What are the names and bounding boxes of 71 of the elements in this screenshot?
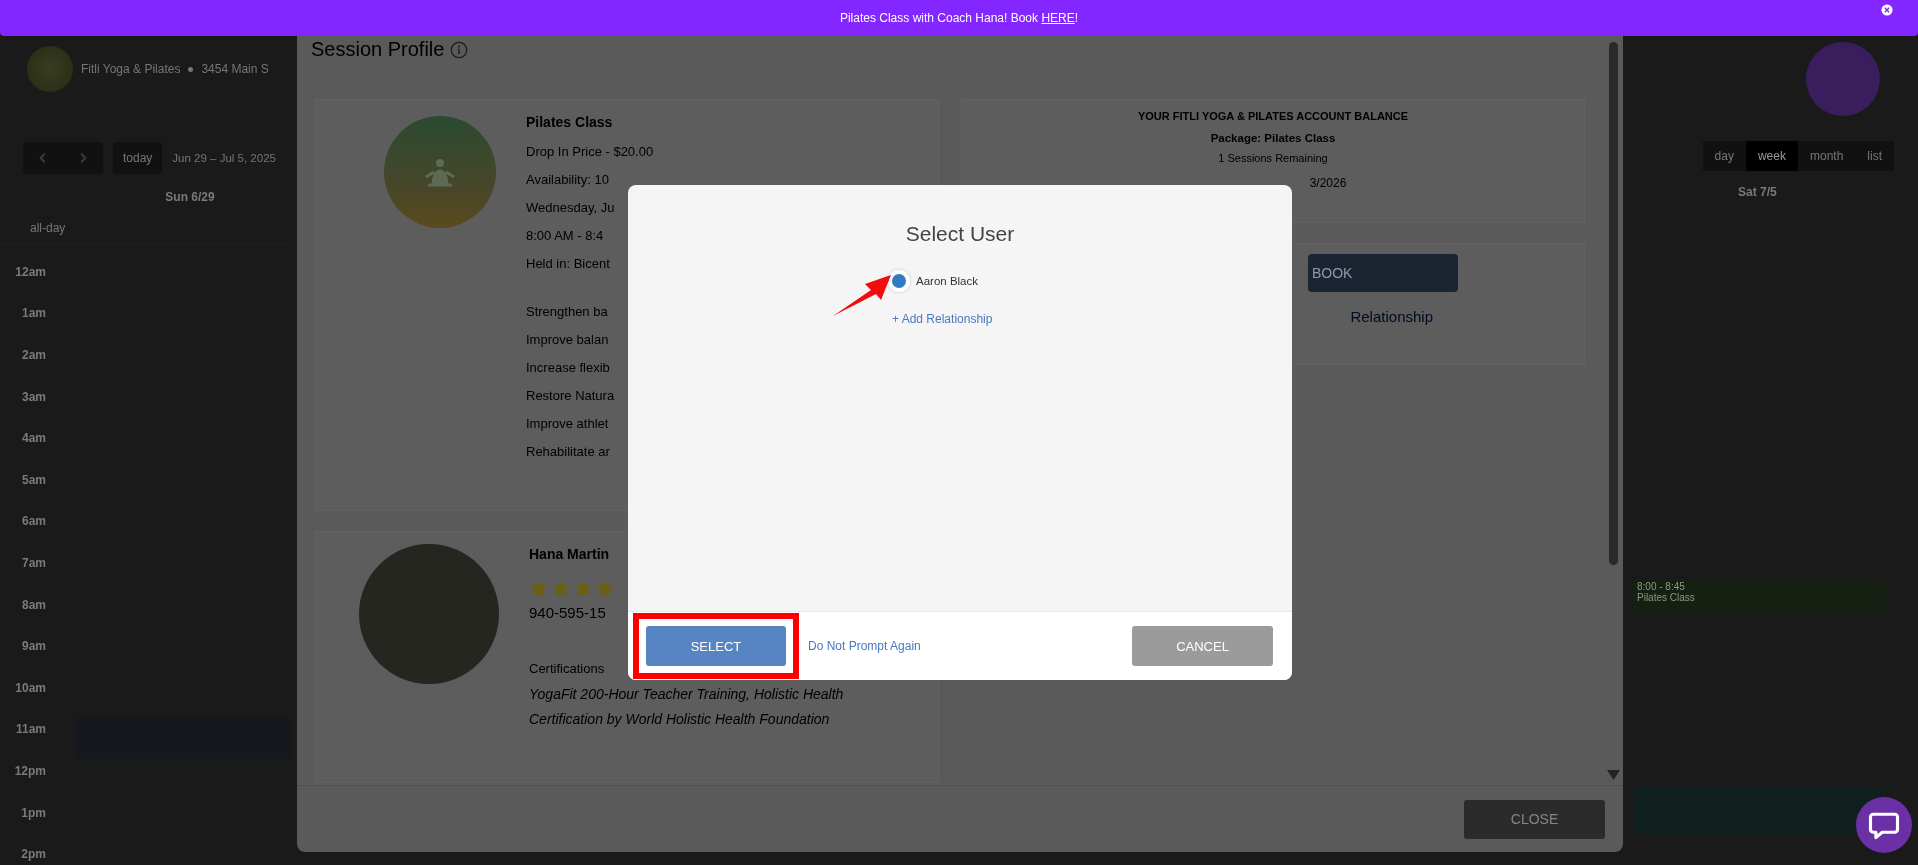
- banner-message: Pilates Class with Coach Hana! Book HERE!: [839, 11, 1079, 25]
- expiry-date: 3/2026: [1308, 176, 1348, 190]
- hour-label: 10am: [14, 680, 46, 695]
- hour-label: 8am: [20, 597, 46, 612]
- class-detail: Availability: 10: [526, 172, 609, 187]
- hour-label: 11am: [14, 722, 46, 737]
- hour-label: 9am: [20, 639, 46, 654]
- cancel-button[interactable]: CANCEL: [1132, 626, 1273, 666]
- add-relationship-link[interactable]: + Add Relationship: [892, 312, 993, 326]
- all-day-label: all-day: [30, 221, 66, 235]
- modal-title: Select User: [904, 222, 1016, 246]
- benefit-item: Restore Natura: [526, 388, 615, 403]
- chat-button[interactable]: [1856, 797, 1912, 853]
- package-name: Package: Pilates Class: [1209, 132, 1337, 144]
- bullet-icon: [188, 66, 194, 72]
- close-icon[interactable]: [1881, 4, 1893, 16]
- scrollbar[interactable]: [1609, 42, 1618, 565]
- class-detail: Wednesday, Ju: [526, 200, 615, 215]
- hour-label: 12am: [14, 264, 46, 279]
- hour-label: 7am: [20, 555, 46, 570]
- day-header: Sat 7/5: [1737, 185, 1777, 199]
- hour-label: 1pm: [20, 805, 46, 820]
- star-icon: [551, 579, 571, 599]
- star-icon: [573, 579, 593, 599]
- benefit-item: Improve athlet: [526, 416, 609, 431]
- close-button[interactable]: CLOSE: [1464, 799, 1605, 839]
- book-button[interactable]: BOOK: [1308, 254, 1458, 292]
- event-title: Pilates Class: [1637, 592, 1696, 603]
- dialog-title: Session Profile: [311, 38, 445, 61]
- today-button[interactable]: today: [113, 142, 163, 174]
- hour-label: 4am: [20, 431, 46, 446]
- prev-next-buttons[interactable]: [23, 142, 103, 174]
- studio-address: 3454 Main S: [201, 62, 269, 76]
- instructor-phone: 940-595-15: [529, 604, 606, 621]
- hour-label: 2pm: [20, 847, 46, 862]
- radio-button[interactable]: [892, 274, 906, 288]
- instructor-name: Hana Martin: [529, 546, 610, 562]
- user-name[interactable]: Aaron Black: [916, 275, 978, 287]
- relationship-link[interactable]: Relationship: [1350, 308, 1433, 325]
- star-icon: [595, 579, 615, 599]
- benefit-item: Increase flexib: [526, 360, 610, 375]
- event-time: 8:00 - 8:45: [1637, 581, 1686, 592]
- view-tab[interactable]: week: [1745, 141, 1798, 171]
- benefit-item: Improve balan: [526, 332, 609, 347]
- class-detail: Held in: Bicent: [526, 256, 610, 271]
- do-not-prompt-link[interactable]: Do Not Prompt Again: [808, 639, 1132, 653]
- studio-logo: [27, 46, 73, 92]
- certifications-label: Certifications: [529, 661, 605, 676]
- studio-name: Fitli Yoga & Pilates: [81, 62, 181, 76]
- hour-label: 12pm: [13, 763, 46, 778]
- class-detail: Drop In Price - $20.00: [526, 144, 654, 159]
- info-icon[interactable]: [450, 40, 469, 59]
- scroll-down-icon[interactable]: [1607, 770, 1620, 781]
- hour-label: 5am: [20, 472, 46, 487]
- benefit-item: Strengthen ba: [526, 304, 608, 319]
- star-icon: [529, 579, 549, 599]
- banner-link[interactable]: HERE: [1041, 11, 1075, 25]
- select-button[interactable]: SELECT: [646, 626, 786, 666]
- hour-label: 2am: [20, 348, 46, 362]
- hour-label: 1am: [20, 306, 46, 321]
- date-range: Jun 29 – Jul 5, 2025: [172, 152, 276, 164]
- benefit-item: Rehabilitate ar: [526, 444, 610, 459]
- day-header: Sun 6/29: [164, 190, 216, 204]
- certifications-text: YogaFit 200-Hour Teacher Training, Holistic Health Certification by World Holistic Health Foundation: [529, 685, 845, 729]
- event-block[interactable]: 8:00 - 8:45 Pilates Class: [1633, 579, 1885, 613]
- sessions-remaining: 1 Sessions Remaining: [1217, 152, 1329, 164]
- class-detail: 8:00 AM - 8:4: [526, 228, 604, 243]
- hour-label: 6am: [20, 514, 46, 529]
- hour-label: 3am: [20, 389, 46, 404]
- class-title: Pilates Class: [526, 114, 613, 130]
- balance-heading: YOUR FITLI YOGA & PILATES ACCOUNT BALANCE: [1136, 110, 1410, 122]
